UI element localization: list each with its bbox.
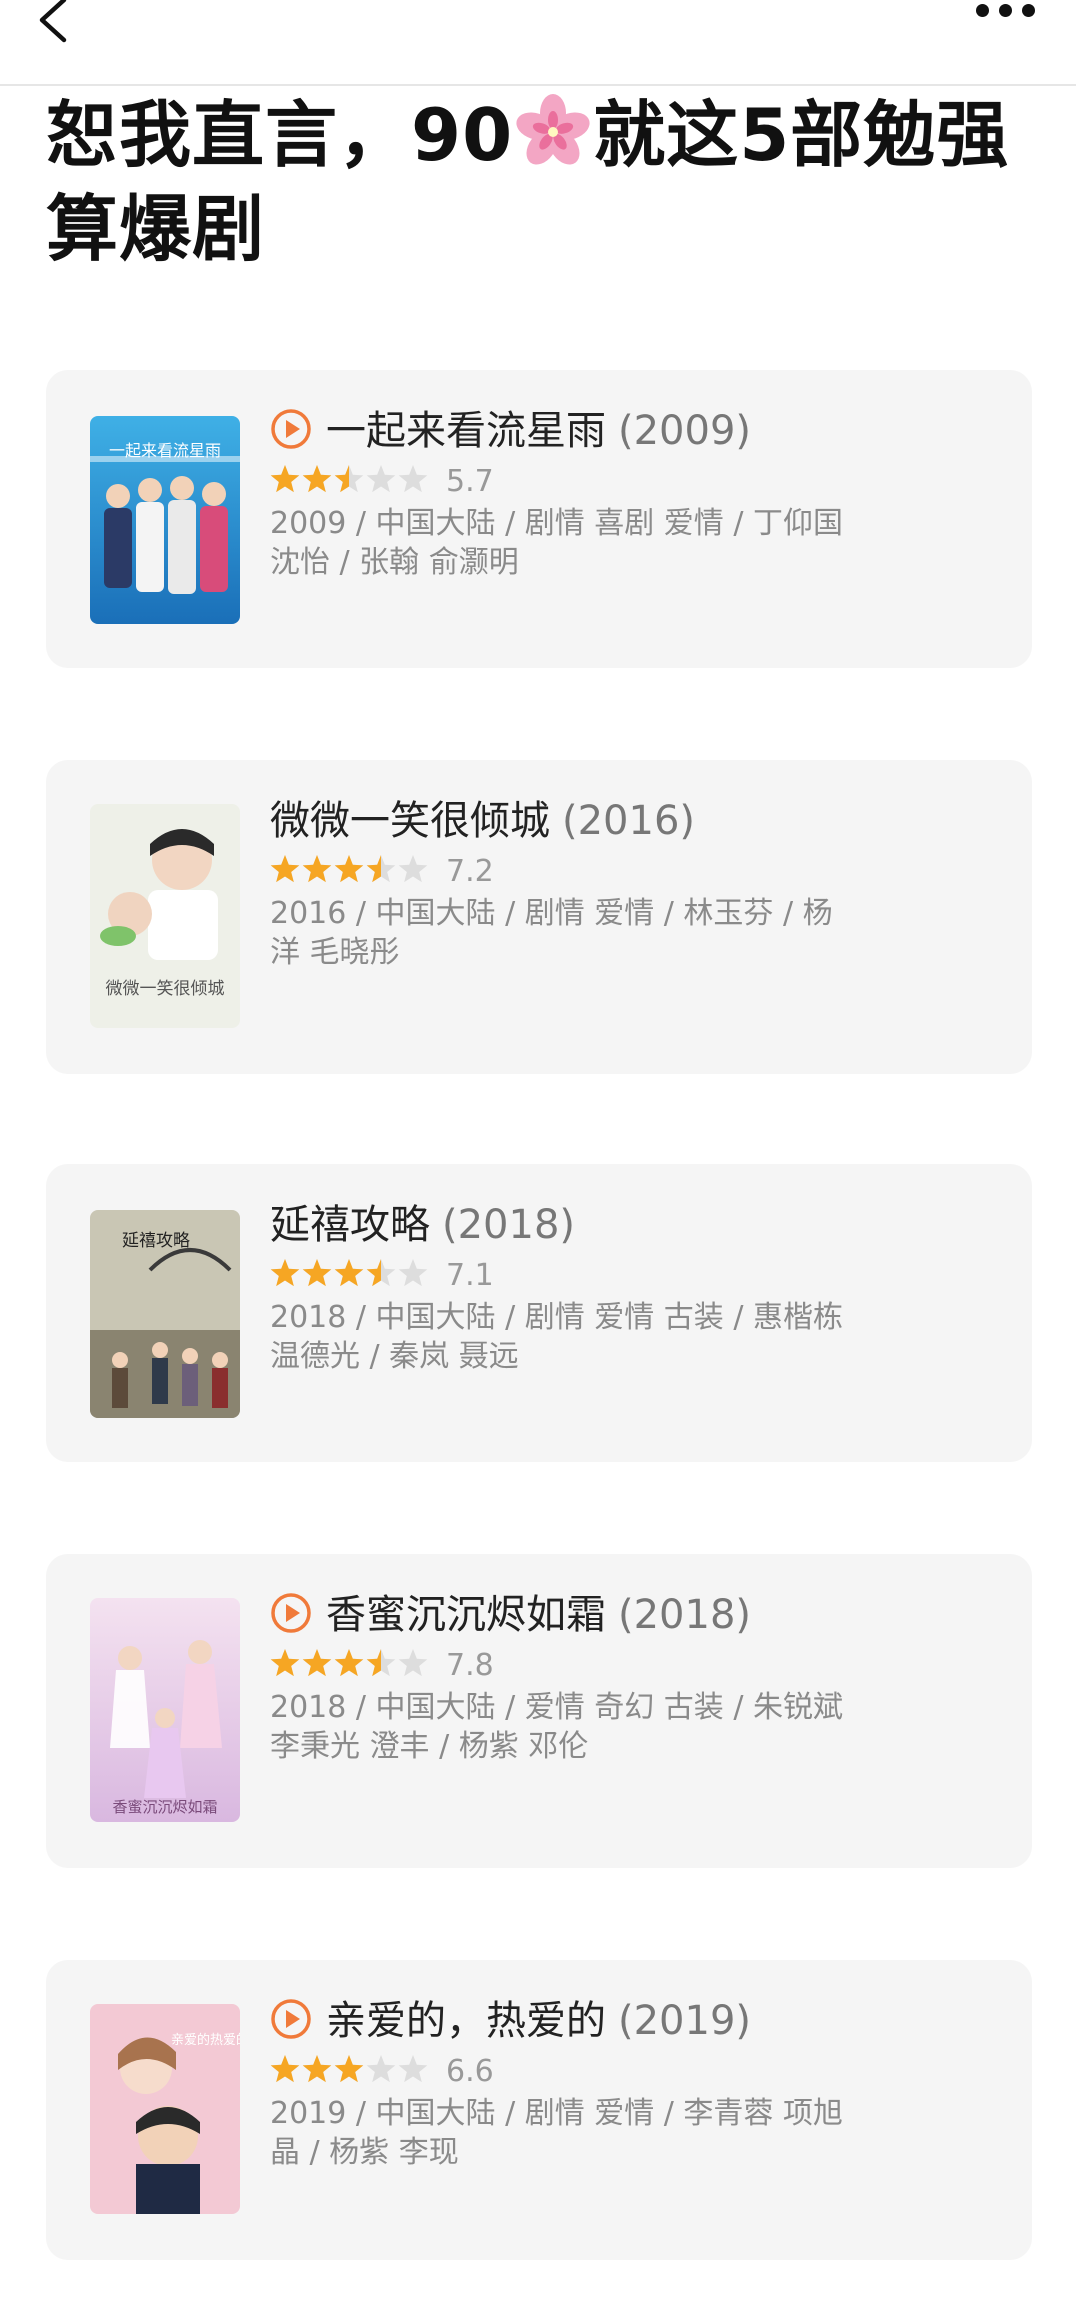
movie-year: (2019)	[618, 1998, 752, 2044]
chevron-left-icon	[39, 0, 67, 43]
rating-row: 7.8	[270, 1644, 1002, 1688]
movie-info: 微微一笑很倾城 (2016) 7.2 2016 / 中国大陆 / 剧情 爱情 / …	[270, 794, 1002, 972]
star-rating-icon	[270, 465, 428, 493]
movie-year: (2018)	[442, 1202, 576, 1248]
movie-poster: 微微一笑很倾城	[90, 804, 240, 1028]
rating-score: 6.6	[446, 2054, 494, 2089]
star-filled	[334, 1649, 364, 1677]
star-filled	[302, 855, 332, 883]
rating-score: 7.1	[446, 1258, 494, 1293]
movie-card[interactable]: 延禧攻略 延禧攻略 (2018) 7.1 2018 / 中国大陆 / 剧情 爱情 …	[46, 1164, 1032, 1462]
movie-card[interactable]: 亲爱的热爱的 亲爱的，热爱的 (2019) 6.6 2019 / 中国大陆 / 剧…	[46, 1960, 1032, 2260]
star-rating-icon	[270, 1259, 428, 1287]
movie-info: 香蜜沉沉烬如霜 (2018) 7.8 2018 / 中国大陆 / 爱情 奇幻 古装…	[270, 1588, 1002, 1766]
star-filled	[270, 1259, 300, 1287]
movie-poster: 一起来看流星雨	[90, 416, 240, 624]
play-icon[interactable]	[270, 1998, 312, 2040]
movie-meta: 2016 / 中国大陆 / 剧情 爱情 / 林玉芬 / 杨洋 毛晓彤	[270, 896, 833, 970]
dot-icon	[999, 4, 1012, 17]
movie-info: 延禧攻略 (2018) 7.1 2018 / 中国大陆 / 剧情 爱情 古装 / …	[270, 1198, 1002, 1376]
dot-icon	[1022, 4, 1035, 17]
movie-title[interactable]: 延禧攻略	[270, 1202, 430, 1248]
star-empty	[398, 465, 428, 493]
rating-row: 6.6	[270, 2050, 1002, 2094]
poster-title: 一起来看流星雨	[109, 441, 221, 460]
movie-title-row: 香蜜沉沉烬如霜 (2018)	[270, 1588, 1002, 1642]
dot-icon	[976, 4, 989, 17]
rating-row: 5.7	[270, 460, 1002, 504]
movie-info: 亲爱的，热爱的 (2019) 6.6 2019 / 中国大陆 / 剧情 爱情 / …	[270, 1994, 1002, 2172]
movie-title-row: 亲爱的，热爱的 (2019)	[270, 1994, 1002, 2048]
star-rating-icon	[270, 1649, 428, 1677]
star-filled	[334, 1259, 364, 1287]
movie-poster: 延禧攻略	[90, 1210, 240, 1418]
star-empty	[398, 1259, 428, 1287]
page-title: 恕我直言，90 就这5部勉强算爆剧	[46, 88, 1036, 276]
movie-year: (2018)	[618, 1592, 752, 1638]
movie-poster: 香蜜沉沉烬如霜	[90, 1598, 240, 1822]
rating-score: 7.8	[446, 1648, 494, 1683]
movie-title-row: 延禧攻略 (2018)	[270, 1198, 1002, 1252]
star-filled	[270, 855, 300, 883]
movie-info: 一起来看流星雨 (2009) 5.7 2009 / 中国大陆 / 剧情 喜剧 爱情…	[270, 404, 1002, 582]
star-empty	[398, 855, 428, 883]
star-rating-icon	[270, 2055, 428, 2083]
cherry-blossom-icon	[516, 94, 590, 165]
movie-year: (2009)	[618, 408, 752, 454]
back-button[interactable]	[34, 0, 94, 44]
poster-title: 延禧攻略	[122, 1231, 190, 1251]
movie-meta: 2019 / 中国大陆 / 剧情 爱情 / 李青蓉 项旭晶 / 杨紫 李现	[270, 2096, 843, 2170]
movie-title[interactable]: 香蜜沉沉烬如霜	[326, 1592, 606, 1638]
movie-card[interactable]: 一起来看流星雨 一起来看流星雨 (2009) 5.7 2009 / 中国大陆 / …	[46, 370, 1032, 668]
movie-card[interactable]: 香蜜沉沉烬如霜 香蜜沉沉烬如霜 (2018) 7.8 2018 / 中国大陆 / …	[46, 1554, 1032, 1868]
poster-title: 亲爱的热爱的	[171, 2032, 240, 2048]
movie-meta: 2018 / 中国大陆 / 爱情 奇幻 古装 / 朱锐斌 李秉光 澄丰 / 杨紫…	[270, 1690, 843, 1764]
star-empty	[398, 1649, 428, 1677]
play-icon[interactable]	[270, 1592, 312, 1634]
movie-title[interactable]: 一起来看流星雨	[326, 408, 606, 454]
movie-poster: 亲爱的热爱的	[90, 2004, 240, 2214]
movie-card[interactable]: 微微一笑很倾城 微微一笑很倾城 (2016) 7.2 2016 / 中国大陆 / …	[46, 760, 1032, 1074]
poster-title: 香蜜沉沉烬如霜	[112, 1798, 217, 1816]
star-empty	[366, 465, 396, 493]
poster-title: 微微一笑很倾城	[106, 979, 225, 999]
star-filled	[302, 1259, 332, 1287]
star-rating-icon	[270, 855, 428, 883]
movie-title[interactable]: 亲爱的，热爱的	[326, 1998, 606, 2044]
page-title-part1: 恕我直言，90	[46, 93, 514, 177]
rating-row: 7.1	[270, 1254, 1002, 1298]
more-options-button[interactable]	[976, 2, 1046, 32]
play-icon[interactable]	[270, 408, 312, 450]
movie-title-row: 微微一笑很倾城 (2016)	[270, 794, 1002, 848]
star-filled	[334, 2055, 364, 2083]
movie-meta: 2009 / 中国大陆 / 剧情 喜剧 爱情 / 丁仰国 沈怡 / 张翰 俞灏明	[270, 506, 843, 580]
star-filled	[302, 1649, 332, 1677]
rating-score: 7.2	[446, 854, 494, 889]
movie-title-row: 一起来看流星雨 (2009)	[270, 404, 1002, 458]
rating-score: 5.7	[446, 464, 494, 499]
star-filled	[270, 1649, 300, 1677]
star-filled	[270, 2055, 300, 2083]
rating-row: 7.2	[270, 850, 1002, 894]
top-nav-bar	[0, 0, 1076, 86]
star-filled	[334, 855, 364, 883]
star-filled	[302, 465, 332, 493]
star-empty	[366, 2055, 396, 2083]
movie-year: (2016)	[562, 798, 696, 844]
movie-meta: 2018 / 中国大陆 / 剧情 爱情 古装 / 惠楷栋 温德光 / 秦岚 聂远	[270, 1300, 843, 1374]
movie-title[interactable]: 微微一笑很倾城	[270, 798, 550, 844]
star-filled	[270, 465, 300, 493]
star-filled	[302, 2055, 332, 2083]
star-empty	[398, 2055, 428, 2083]
